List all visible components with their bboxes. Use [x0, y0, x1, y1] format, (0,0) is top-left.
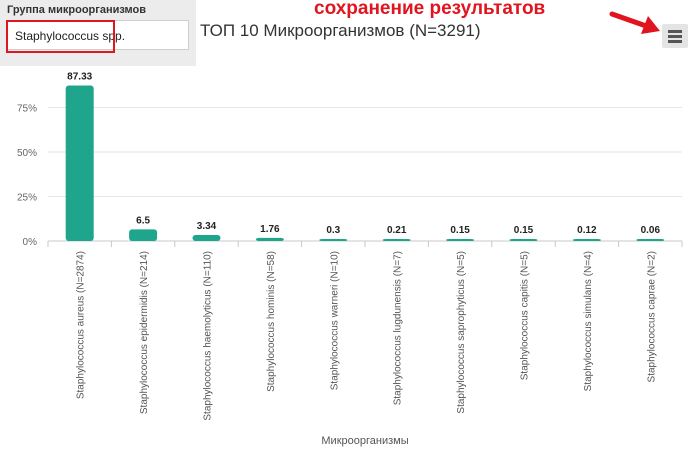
data-label: 3.34 — [197, 221, 217, 232]
data-label: 0.3 — [326, 225, 340, 236]
bar — [319, 239, 348, 241]
bar — [255, 237, 284, 241]
bar — [129, 229, 158, 241]
chart-title: ТОП 10 Микроорганизмов (N=3291) — [200, 21, 481, 40]
y-tick-label: 50% — [17, 148, 37, 159]
bar-chart: 0% 25% 50% 75% 87.33 Staphylococcus aureus (N… — [17, 72, 683, 447]
x-axis-title: Микроорганизмы — [321, 435, 408, 447]
y-tick-label: 0% — [23, 237, 38, 248]
x-tick-label: Staphylococcus caprae (N=2) — [646, 251, 657, 382]
chart-export-menu-button[interactable] — [662, 24, 688, 48]
x-tick-label: Staphylococcus hominis (N=58) — [266, 251, 277, 392]
data-label: 0.06 — [641, 225, 661, 236]
bar — [509, 239, 538, 241]
x-tick-label: Staphylococcus aureus (N=2874) — [76, 251, 87, 399]
data-label: 6.5 — [136, 215, 150, 226]
data-label: 1.76 — [260, 224, 280, 235]
data-label: 0.15 — [514, 225, 534, 236]
data-label: 0.12 — [577, 225, 597, 236]
data-label: 0.21 — [387, 225, 407, 236]
data-label: 87.33 — [67, 72, 92, 83]
x-tick-label: Staphylococcus saprophyticus (N=5) — [456, 251, 467, 414]
bar — [382, 239, 411, 241]
data-label: 0.15 — [450, 225, 470, 236]
y-tick-label: 75% — [17, 104, 37, 115]
annotation-save-results: сохранение результатов — [314, 0, 546, 19]
bar — [192, 235, 221, 241]
bar — [65, 85, 94, 241]
x-tick-label: Staphylococcus simulans (N=4) — [583, 251, 594, 391]
x-tick-label: Staphylococcus lugdunensis (N=7) — [393, 251, 404, 405]
bar — [446, 239, 475, 241]
x-tick-label: Staphylococcus epidermidis (N=214) — [139, 251, 150, 414]
x-tick-label: Staphylococcus haemolyticus (N=110) — [203, 251, 214, 421]
bar — [572, 239, 601, 241]
x-tick-label: Staphylococcus warneri (N=10) — [329, 251, 340, 390]
x-tick-label: Staphylococcus capitis (N=5) — [520, 251, 531, 380]
bar — [636, 239, 665, 241]
y-tick-label: 25% — [17, 193, 37, 204]
